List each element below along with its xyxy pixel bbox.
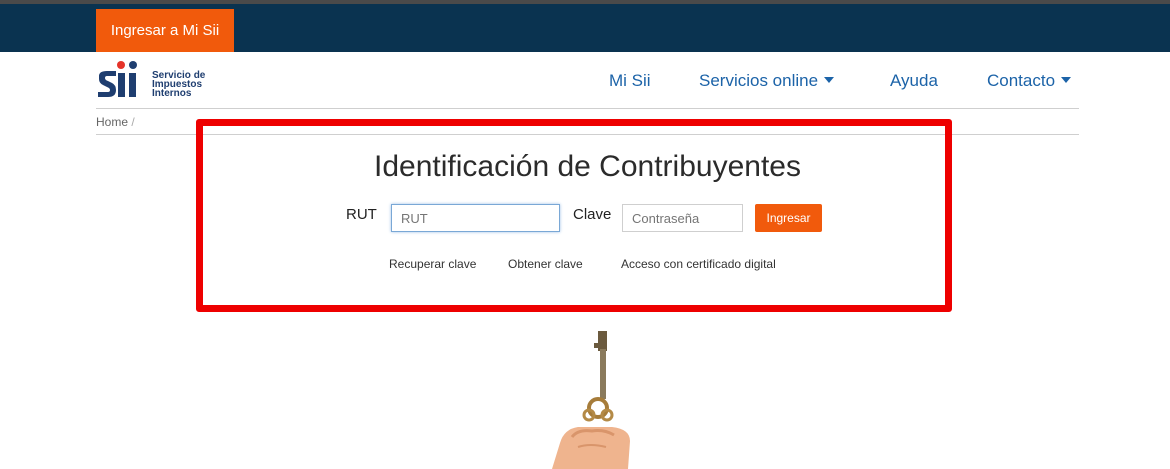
top-bar: Ingresar a Mi Sii: [0, 4, 1170, 52]
nav-servicios-online-label: Servicios online: [699, 71, 819, 90]
nav-contacto-label: Contacto: [987, 71, 1056, 90]
breadcrumb-separator: /: [131, 115, 135, 129]
nav-servicios-online[interactable]: Servicios online: [699, 52, 835, 109]
logo-text: Servicio de Impuestos Internos: [152, 71, 205, 99]
logo-line-3: Internos: [152, 88, 192, 99]
nav-mi-sii[interactable]: Mi Sii: [609, 52, 651, 109]
caret-down-icon: [824, 77, 835, 83]
sii-logo[interactable]: Servicio de Impuestos Internos: [96, 60, 246, 102]
sii-logo-icon: [98, 61, 137, 97]
nav-contacto[interactable]: Contacto: [987, 52, 1072, 109]
nav-ayuda[interactable]: Ayuda: [890, 52, 938, 109]
hand-with-key-image: [520, 325, 660, 469]
hand-key-icon: [552, 331, 630, 469]
login-mi-sii-button[interactable]: Ingresar a Mi Sii: [96, 9, 234, 52]
breadcrumb-home[interactable]: Home: [96, 115, 128, 129]
site-header: Servicio de Impuestos Internos Mi Sii Se…: [96, 52, 1079, 109]
caret-down-icon: [1061, 77, 1072, 83]
highlight-box: [196, 119, 952, 312]
